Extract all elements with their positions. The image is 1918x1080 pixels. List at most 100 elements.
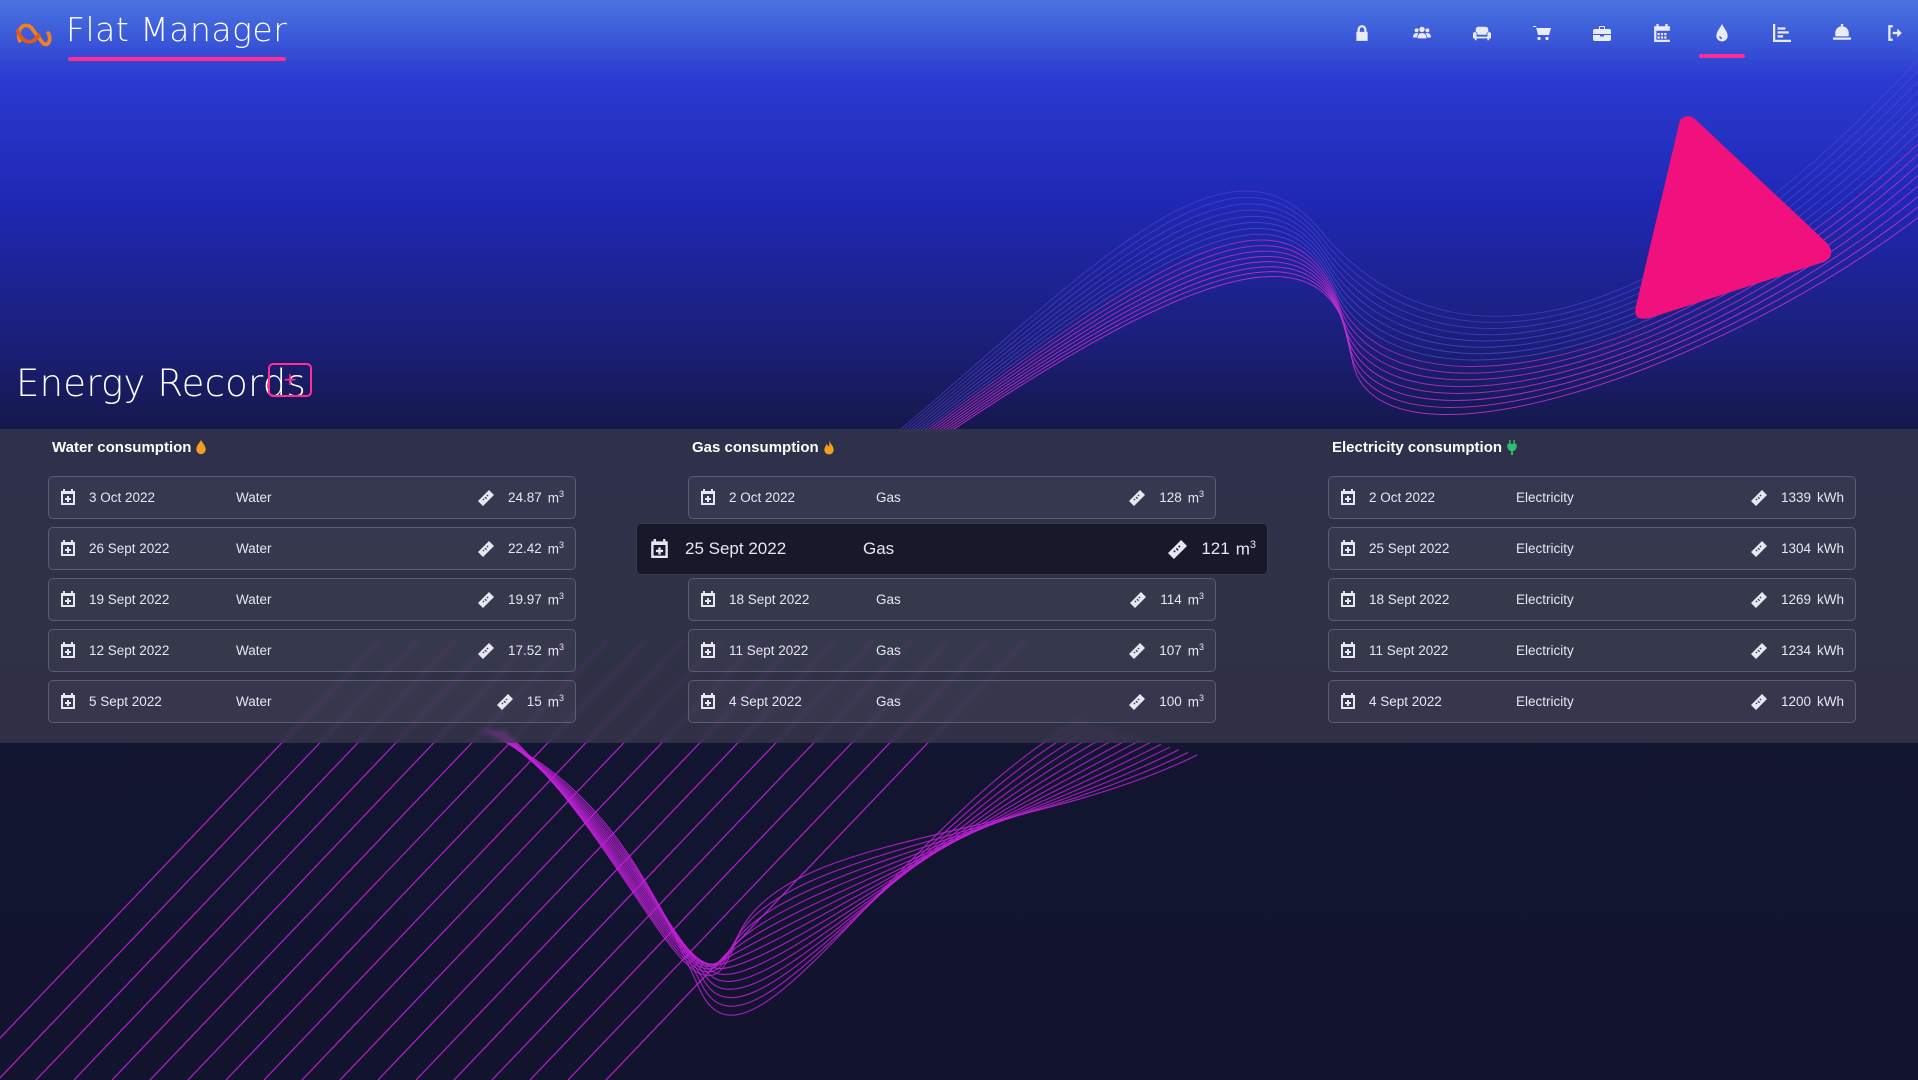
calendar-icon — [1341, 489, 1355, 505]
electricity-column-title: Electricity consumption — [1332, 439, 1518, 456]
record-value: 114 — [1160, 592, 1182, 607]
logout-icon — [1888, 25, 1902, 41]
calendar-icon — [1654, 24, 1670, 42]
ruler-icon — [477, 642, 494, 659]
logo-icon — [15, 23, 52, 47]
record-amount: 17.52 m3 — [477, 642, 564, 659]
record-unit: m3 — [547, 642, 564, 659]
record-date: 5 Sept 2022 — [89, 694, 162, 709]
list-item[interactable]: 11 Sept 2022 Gas 107 m3 — [688, 629, 1216, 672]
list-item[interactable]: 25 Sept 2022 Electricity 1304 kWh — [1328, 527, 1856, 570]
nav-work[interactable] — [1572, 0, 1632, 66]
calendar-icon — [701, 642, 715, 658]
list-item[interactable]: 2 Oct 2022 Gas 128 m3 — [688, 476, 1216, 519]
list-item[interactable]: 18 Sept 2022 Electricity 1269 kWh — [1328, 578, 1856, 621]
record-unit: m3 — [1187, 591, 1204, 608]
record-value: 1269 — [1780, 592, 1811, 607]
record-amount: 1339 kWh — [1750, 489, 1844, 506]
briefcase-icon — [1593, 26, 1611, 41]
calendar-icon — [701, 489, 715, 505]
list-item[interactable]: 26 Sept 2022 Water 22.42 m3 — [48, 527, 576, 570]
calendar-icon — [61, 693, 75, 709]
nav-logout[interactable] — [1872, 0, 1918, 66]
record-type: Gas — [876, 694, 901, 709]
record-date: 3 Oct 2022 — [89, 490, 156, 505]
record-unit: kWh — [1817, 490, 1844, 505]
record-value: 1339 — [1780, 490, 1811, 505]
record-amount: 100 m3 — [1129, 693, 1204, 710]
nav-furniture[interactable] — [1452, 0, 1512, 66]
record-amount: 1304 kWh — [1750, 540, 1844, 557]
nav-calendar[interactable] — [1632, 0, 1692, 66]
record-date: 11 Sept 2022 — [1369, 643, 1449, 658]
record-amount: 19.97 m3 — [477, 591, 564, 608]
nav-lock[interactable] — [1332, 0, 1392, 66]
record-value: 1200 — [1780, 694, 1811, 709]
list-item[interactable]: 4 Sept 2022 Electricity 1200 kWh — [1328, 680, 1856, 723]
list-item[interactable]: 19 Sept 2022 Water 19.97 m3 — [48, 578, 576, 621]
record-type: Electricity — [1516, 694, 1574, 709]
gas-column-title: Gas consumption — [692, 439, 835, 456]
add-record-button[interactable]: + — [268, 363, 312, 397]
record-value: 19.97 — [507, 592, 542, 607]
top-navbar: Flat Manager — [0, 0, 1918, 70]
record-unit: m3 — [1187, 693, 1204, 710]
record-unit: m3 — [547, 591, 564, 608]
list-item[interactable]: 25 Sept 2022 Gas 121 m3 — [636, 523, 1268, 575]
flame-icon — [824, 440, 834, 455]
list-item[interactable]: 12 Sept 2022 Water 17.52 m3 — [48, 629, 576, 672]
record-date: 4 Sept 2022 — [729, 694, 802, 709]
record-unit: kWh — [1817, 541, 1844, 556]
record-unit: kWh — [1817, 592, 1844, 607]
ruler-icon — [496, 693, 513, 710]
record-date: 2 Oct 2022 — [729, 490, 796, 505]
calendar-icon — [1341, 693, 1355, 709]
list-item[interactable]: 4 Sept 2022 Gas 100 m3 — [688, 680, 1216, 723]
record-amount: 1234 kWh — [1750, 642, 1844, 659]
record-type: Gas — [876, 643, 901, 658]
record-date: 25 Sept 2022 — [1369, 541, 1450, 556]
cart-icon — [1533, 26, 1551, 41]
calendar-icon — [1341, 642, 1355, 658]
nav-statistics[interactable] — [1752, 0, 1812, 66]
record-type: Gas — [863, 539, 895, 558]
nav-energy[interactable] — [1692, 0, 1752, 66]
record-date: 19 Sept 2022 — [89, 592, 170, 607]
plug-icon — [1507, 440, 1517, 455]
record-type: Gas — [876, 490, 901, 505]
list-item[interactable]: 2 Oct 2022 Electricity 1339 kWh — [1328, 476, 1856, 519]
ruler-icon — [1750, 591, 1767, 608]
app-title[interactable]: Flat Manager — [66, 10, 287, 49]
list-item[interactable]: 3 Oct 2022 Water 24.87 m3 — [48, 476, 576, 519]
nav-users[interactable] — [1392, 0, 1452, 66]
droplet-icon — [196, 440, 207, 455]
record-type: Gas — [876, 592, 901, 607]
ruler-icon — [1750, 489, 1767, 506]
water-column-title: Water consumption — [52, 439, 207, 456]
record-type: Water — [236, 541, 272, 556]
record-amount: 15 m3 — [496, 693, 564, 710]
list-item[interactable]: 18 Sept 2022 Gas 114 m3 — [688, 578, 1216, 621]
list-item[interactable]: 11 Sept 2022 Electricity 1234 kWh — [1328, 629, 1856, 672]
record-date: 25 Sept 2022 — [685, 539, 787, 558]
record-amount: 22.42 m3 — [477, 540, 564, 557]
record-unit: kWh — [1817, 694, 1844, 709]
page-title: Energy Records — [16, 362, 306, 405]
ruler-icon — [1129, 489, 1146, 506]
record-unit: m3 — [1235, 538, 1256, 559]
record-unit: m3 — [547, 693, 564, 710]
record-value: 128 — [1159, 490, 1182, 505]
record-unit: kWh — [1817, 643, 1844, 658]
calendar-icon — [1341, 540, 1355, 556]
nav-notifications[interactable] — [1812, 0, 1872, 66]
record-value: 22.42 — [507, 541, 542, 556]
ruler-icon — [477, 591, 494, 608]
list-item[interactable]: 5 Sept 2022 Water 15 m3 — [48, 680, 576, 723]
record-value: 17.52 — [507, 643, 542, 658]
record-value: 24.87 — [507, 490, 542, 505]
nav-shopping[interactable] — [1512, 0, 1572, 66]
record-amount: 24.87 m3 — [477, 489, 564, 506]
record-value: 15 — [526, 694, 542, 709]
calendar-icon — [651, 539, 668, 558]
record-type: Electricity — [1516, 541, 1574, 556]
